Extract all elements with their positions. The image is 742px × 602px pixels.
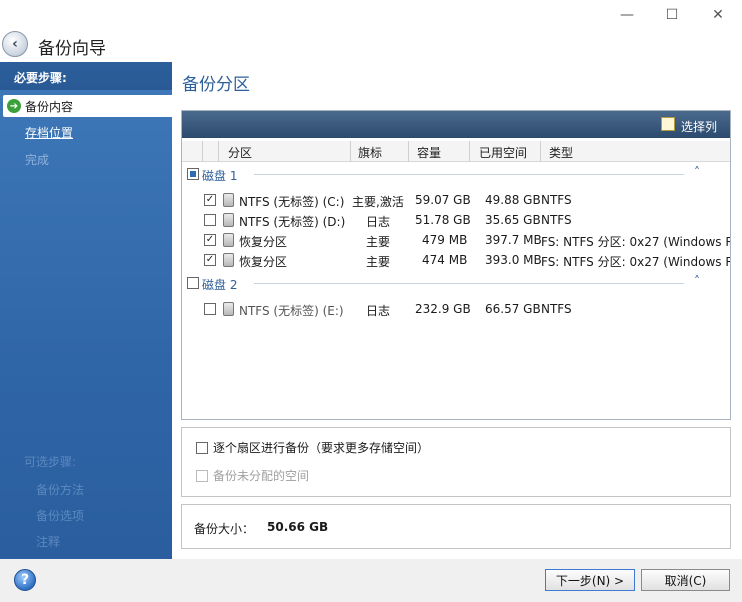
column-separator [469,141,470,162]
partition-checkbox[interactable]: ✓ [204,194,216,206]
hard-disk-icon [223,193,234,207]
partition-type: FS: NTFS 分区: 0x27 (Windows RE [541,255,731,269]
column-separator [350,141,351,162]
partition-checkbox[interactable]: ✓ [204,254,216,266]
sidebar-item-backup-options: 备份选项 [36,509,85,523]
unallocated-space-checkbox [196,469,208,482]
disk-group-header: 磁盘 1 ˄ [182,165,730,183]
sidebar-item-archive-location[interactable]: 存档位置 [25,124,73,141]
backup-size-label: 备份大小： [194,522,255,536]
partition-checkbox[interactable] [204,303,216,315]
column-chooser-icon[interactable] [661,117,675,131]
partition-type: NTFS [541,302,572,316]
partition-flags: 主要 [366,235,391,249]
hard-disk-icon [223,253,234,267]
collapse-chevron-icon[interactable]: ˄ [694,165,700,179]
sidebar-item-backup-content[interactable]: ➔ 备份内容 [3,95,172,117]
sidebar-item-backup-method: 备份方法 [36,483,85,497]
table-row[interactable]: NTFS (无标签) (D:) 日志 51.78 GB 35.65 GB NTF… [182,210,730,230]
table-row[interactable]: ✓ 恢复分区 主要 474 MB 393.0 MB FS: NTFS 分区: 0… [182,250,730,270]
column-separator [202,141,203,162]
column-header-flags[interactable]: 旗标 [358,144,382,161]
main-panel: 备份分区 选择列 分区 旗标 容量 已用空间 类型 磁盘 1 ˄ ✓ NTFS … [172,62,742,559]
disk-2-checkbox[interactable] [187,277,199,289]
disk-2-label: 磁盘 2 [202,278,238,292]
partition-capacity: 59.07 GB [415,193,471,207]
table-toolbar: 选择列 [182,111,730,138]
sector-by-sector-label: 逐个扇区进行备份（要求更多存储空间） [213,441,430,455]
collapse-chevron-icon[interactable]: ˄ [694,274,700,288]
partition-used: 393.0 MB [485,253,542,267]
select-columns-button[interactable]: 选择列 [681,118,717,135]
partition-type: NTFS [541,213,572,227]
partition-name: NTFS (无标签) (C:) [239,195,345,209]
disk-divider [254,283,684,284]
sector-by-sector-option[interactable]: 逐个扇区进行备份（要求更多存储空间） [196,439,429,456]
partition-flags: 主要 [366,255,391,269]
unallocated-space-label: 备份未分配的空间 [213,469,310,483]
partition-used: 397.7 MB [485,233,542,247]
backup-size-value: 50.66 GB [267,520,329,534]
close-icon[interactable]: ✕ [703,4,733,26]
backup-options-box: 逐个扇区进行备份（要求更多存储空间） 备份未分配的空间 [181,427,731,497]
current-step-arrow-icon: ➔ [7,99,21,113]
back-arrow-icon[interactable]: ‹ [2,31,28,57]
title-bar: — ☐ ✕ ‹ 备份向导 [0,0,742,62]
sidebar-item-label: 备份内容 [25,99,74,114]
partition-flags: 主要,激活 [352,195,404,209]
maximize-icon[interactable]: ☐ [657,4,687,26]
partition-used: 35.65 GB [485,213,541,227]
partition-capacity: 474 MB [422,253,468,267]
partition-capacity: 51.78 GB [415,213,471,227]
partition-flags: 日志 [366,304,391,318]
partition-capacity: 232.9 GB [415,302,471,316]
column-header-row: 分区 旗标 容量 已用空间 类型 [182,141,730,162]
sector-by-sector-checkbox[interactable] [196,441,208,454]
hard-disk-icon [223,213,234,227]
partition-used: 49.88 GB [485,193,541,207]
partition-flags: 日志 [366,215,391,229]
partition-name: NTFS (无标签) (E:) [239,304,344,318]
column-header-partition[interactable]: 分区 [228,144,252,161]
page-title: 备份分区 [182,75,250,95]
column-header-type[interactable]: 类型 [549,144,573,161]
cancel-button[interactable]: 取消(C) [641,569,730,591]
optional-steps-header: 可选步骤: [24,455,77,469]
next-button[interactable]: 下一步(N) > [545,569,635,591]
disk-divider [254,174,684,175]
disk-1-label: 磁盘 1 [202,169,238,183]
minimize-icon[interactable]: — [612,4,642,26]
partition-table: 选择列 分区 旗标 容量 已用空间 类型 磁盘 1 ˄ ✓ NTFS (无标签)… [181,110,731,420]
window-title: 备份向导 [38,39,106,59]
partition-capacity: 479 MB [422,233,468,247]
table-row[interactable]: ✓ 恢复分区 主要 479 MB 397.7 MB FS: NTFS 分区: 0… [182,230,730,250]
partition-name: 恢复分区 [239,235,288,249]
hard-disk-icon [223,233,234,247]
partition-type: FS: NTFS 分区: 0x27 (Windows RE [541,235,731,249]
table-row[interactable]: ✓ NTFS (无标签) (C:) 主要,激活 59.07 GB 49.88 G… [182,190,730,210]
required-steps-header: 必要步骤: [0,62,172,90]
column-separator [540,141,541,162]
sidebar-item-finish: 完成 [25,153,50,167]
backup-size-box: 备份大小： 50.66 GB [181,504,731,549]
partition-name: 恢复分区 [239,255,288,269]
table-row[interactable]: NTFS (无标签) (E:) 日志 232.9 GB 66.57 GB NTF… [182,299,730,319]
partition-name: NTFS (无标签) (D:) [239,215,346,229]
partition-used: 66.57 GB [485,302,541,316]
help-icon[interactable]: ? [14,569,36,591]
disk-group-header: 磁盘 2 ˄ [182,274,730,292]
column-header-capacity[interactable]: 容量 [417,144,441,161]
column-separator [218,141,219,162]
wizard-sidebar: 必要步骤: ➔ 备份内容 存档位置 完成 可选步骤: 备份方法 备份选项 注释 [0,62,172,559]
partition-type: NTFS [541,193,572,207]
disk-1-checkbox[interactable] [187,168,199,180]
wizard-footer: ? 下一步(N) > 取消(C) [0,559,742,602]
column-separator [408,141,409,162]
column-header-used[interactable]: 已用空间 [479,144,527,161]
unallocated-space-option: 备份未分配的空间 [196,467,309,484]
sidebar-item-comments: 注释 [36,535,61,549]
hard-disk-icon [223,302,234,316]
partition-checkbox[interactable] [204,214,216,226]
partition-checkbox[interactable]: ✓ [204,234,216,246]
